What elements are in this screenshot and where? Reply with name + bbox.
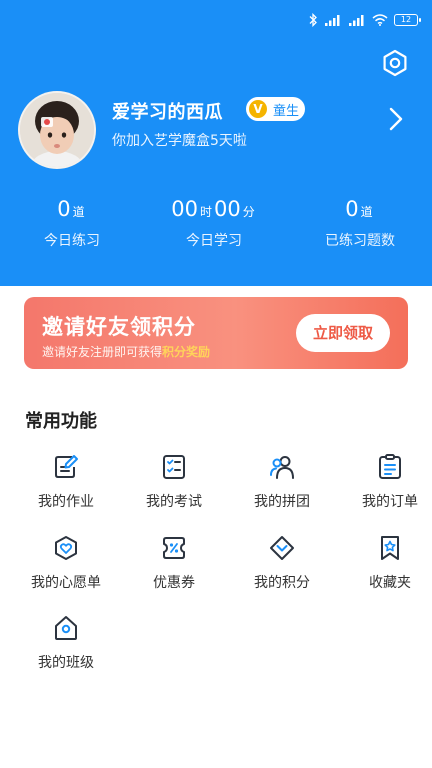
- banner-subtitle-prefix: 邀请好友注册即可获得: [42, 345, 163, 359]
- stat-unit: 道: [72, 205, 85, 219]
- stat-label: 已练习题数: [325, 233, 395, 249]
- section-title: 常用功能: [25, 411, 97, 432]
- profile-header: 12 爱学习的西瓜 V 童生 你加入艺学魔盒5天啦 0道 今日练习 00 时00…: [0, 0, 432, 286]
- stat-label: 今日练习: [44, 233, 100, 249]
- feature-label: 我的订单: [362, 494, 418, 510]
- class-icon: [55, 616, 77, 640]
- nickname: 爱学习的西瓜: [112, 102, 223, 123]
- stat-total-practiced[interactable]: 0道 已练习题数: [288, 195, 432, 250]
- banner-subtitle: 邀请好友注册即可获得积分奖励: [42, 343, 210, 360]
- feature-favorites[interactable]: 收藏夹: [336, 534, 432, 604]
- settings-hexagon-icon: [383, 49, 407, 77]
- avatar-image: [20, 93, 94, 167]
- stat-value: 0: [345, 197, 359, 221]
- avatar[interactable]: [18, 91, 96, 169]
- feature-label: 我的积分: [254, 575, 310, 591]
- signal-icon: [349, 15, 364, 26]
- feature-label: 我的班级: [38, 655, 94, 671]
- exam-icon: [163, 455, 185, 479]
- homework-icon: [55, 455, 78, 478]
- feature-wishlist[interactable]: 我的心愿单: [12, 534, 120, 604]
- wifi-icon: [372, 14, 388, 26]
- battery-icon: 12: [394, 14, 421, 26]
- stat-label: 今日学习: [186, 233, 242, 249]
- stat-hours-unit: 时: [199, 205, 212, 219]
- feature-group-buy[interactable]: 我的拼团: [228, 453, 336, 523]
- status-bar: 12: [308, 10, 421, 30]
- claim-now-button[interactable]: 立即领取: [296, 314, 390, 352]
- feature-coupon[interactable]: 优惠券: [120, 534, 228, 604]
- feature-label: 我的考试: [146, 494, 202, 510]
- feature-label: 优惠券: [153, 575, 195, 591]
- banner-subtitle-highlight: 积分奖励: [162, 345, 211, 359]
- stat-hours: 00: [171, 197, 198, 221]
- feature-points[interactable]: 我的积分: [228, 534, 336, 604]
- banner-title: 邀请好友领积分: [42, 315, 196, 339]
- bluetooth-icon: [309, 13, 317, 27]
- signal-icon: [325, 15, 340, 26]
- invite-banner[interactable]: 邀请好友领积分 邀请好友注册即可获得积分奖励 立即领取: [24, 297, 408, 369]
- favorites-icon: [381, 536, 399, 560]
- feature-label: 我的作业: [38, 494, 94, 510]
- group-buy-icon: [270, 456, 294, 479]
- feature-order[interactable]: 我的订单: [336, 453, 432, 523]
- chevron-right-icon: [389, 107, 403, 131]
- stat-unit: 道: [360, 205, 373, 219]
- stat-value: 0: [57, 197, 71, 221]
- wishlist-icon: [55, 536, 77, 560]
- stat-minutes: 00: [214, 197, 241, 221]
- feature-exam[interactable]: 我的考试: [120, 453, 228, 523]
- order-icon: [379, 454, 401, 479]
- points-icon: [270, 536, 294, 560]
- stat-today-study[interactable]: 00 时00 分 今日学习: [142, 195, 286, 250]
- feature-label: 我的心愿单: [31, 575, 101, 591]
- feature-class[interactable]: 我的班级: [12, 614, 120, 684]
- feature-label: 我的拼团: [254, 494, 310, 510]
- joined-days-text: 你加入艺学魔盒5天啦: [112, 133, 247, 149]
- vip-icon: V: [249, 100, 267, 118]
- stat-minutes-unit: 分: [242, 205, 255, 219]
- level-label: 童生: [273, 103, 300, 119]
- feature-homework[interactable]: 我的作业: [12, 453, 120, 523]
- stat-today-practice[interactable]: 0道 今日练习: [0, 195, 144, 250]
- coupon-icon: [163, 537, 185, 559]
- settings-button[interactable]: [380, 48, 410, 78]
- profile-detail-button[interactable]: [386, 106, 406, 132]
- feature-label: 收藏夹: [369, 575, 411, 591]
- level-badge[interactable]: V 童生: [246, 97, 305, 121]
